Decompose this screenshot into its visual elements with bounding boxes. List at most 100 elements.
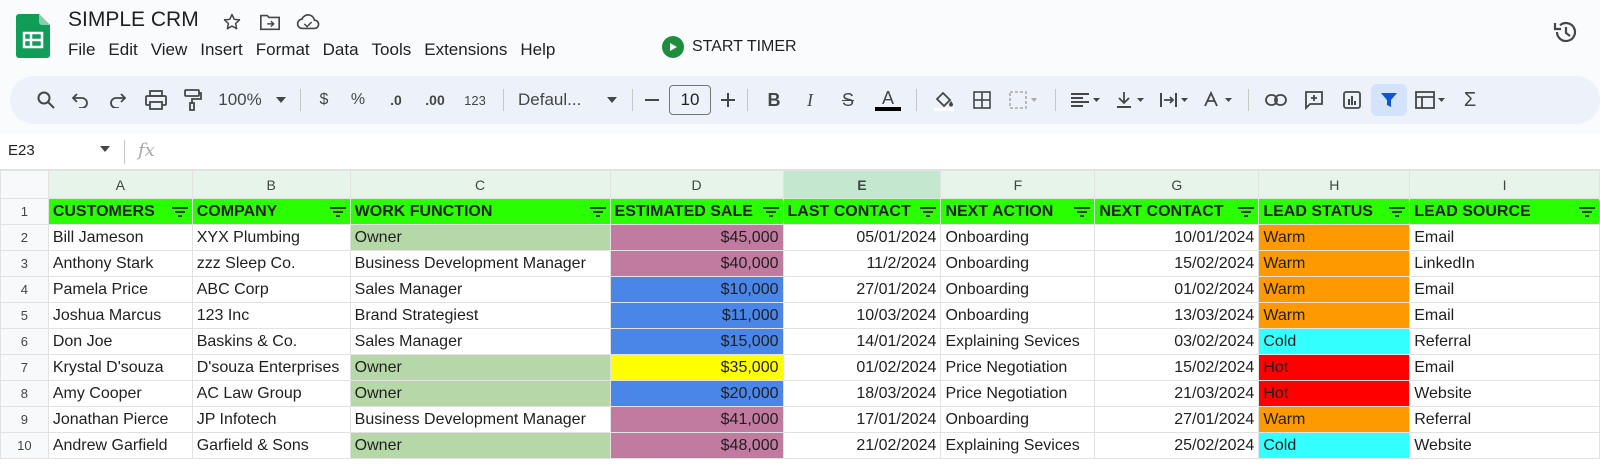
column-header-f[interactable]: F (940, 170, 1096, 199)
cell-h[interactable]: Warm (1258, 250, 1411, 277)
cell-i[interactable]: Email (1409, 276, 1600, 303)
cell-c[interactable]: Sales Manager (349, 328, 611, 355)
row-number[interactable]: 5 (0, 302, 49, 329)
cell-a[interactable]: Amy Cooper (47, 380, 193, 407)
header-cell[interactable]: COMPANY (191, 198, 351, 225)
cell-g[interactable]: 15/02/2024 (1094, 250, 1260, 277)
cell-h[interactable]: Cold (1258, 328, 1411, 355)
decrease-decimal-button[interactable]: .0 (377, 84, 415, 116)
font-select[interactable]: Defaul... (512, 84, 600, 116)
row-number[interactable]: 4 (0, 276, 49, 303)
cell-i[interactable]: Referral (1409, 406, 1600, 433)
format-currency-button[interactable]: $ (309, 84, 339, 116)
print-icon[interactable] (136, 84, 176, 116)
name-box[interactable]: E23 (8, 142, 35, 159)
text-wrapping-icon[interactable] (1152, 84, 1196, 116)
italic-icon[interactable]: I (792, 84, 828, 116)
cell-b[interactable]: Garfield & Sons (191, 432, 351, 459)
column-header-b[interactable]: B (191, 170, 351, 199)
cell-h[interactable]: Hot (1258, 354, 1411, 381)
column-header-a[interactable]: A (47, 170, 193, 199)
cell-g[interactable]: 21/03/2024 (1094, 380, 1260, 407)
cloud-status-icon[interactable] (296, 10, 320, 34)
version-history-icon[interactable] (1552, 18, 1580, 46)
bold-icon[interactable]: B (756, 84, 792, 116)
star-icon[interactable] (220, 10, 244, 34)
row-number[interactable]: 7 (0, 354, 49, 381)
column-header-i[interactable]: I (1409, 170, 1600, 199)
header-cell[interactable]: LEAD SOURCE (1409, 198, 1600, 225)
cell-a[interactable]: Jonathan Pierce (47, 406, 193, 433)
zoom-dropdown-icon[interactable] (270, 84, 292, 116)
menu-extensions[interactable]: Extensions (424, 40, 513, 60)
cell-a[interactable]: Bill Jameson (47, 224, 193, 251)
insert-comment-icon[interactable] (1295, 84, 1333, 116)
cell-e[interactable]: 01/02/2024 (782, 354, 942, 381)
cell-i[interactable]: Website (1409, 380, 1600, 407)
cell-b[interactable]: Baskins & Co. (191, 328, 351, 355)
menu-edit[interactable]: Edit (108, 40, 143, 60)
header-cell[interactable]: LEAD STATUS (1258, 198, 1411, 225)
cell-f[interactable]: Onboarding (940, 224, 1096, 251)
cell-g[interactable]: 01/02/2024 (1094, 276, 1260, 303)
font-dropdown-icon[interactable] (600, 84, 624, 116)
cell-c[interactable]: Sales Manager (349, 276, 611, 303)
column-filter-icon[interactable] (1074, 206, 1091, 218)
font-size-input[interactable]: 10 (669, 85, 711, 115)
increase-decimal-button[interactable]: .00 (415, 84, 455, 116)
cell-g[interactable]: 27/01/2024 (1094, 406, 1260, 433)
cell-e[interactable]: 27/01/2024 (782, 276, 942, 303)
column-header-g[interactable]: G (1094, 170, 1260, 199)
cell-d[interactable]: $35,000 (609, 354, 784, 381)
cell-a[interactable]: Joshua Marcus (47, 302, 193, 329)
cell-b[interactable]: 123 Inc (191, 302, 351, 329)
cell-d[interactable]: $10,000 (609, 276, 784, 303)
fill-color-icon[interactable] (925, 84, 963, 116)
menu-format[interactable]: Format (256, 40, 316, 60)
cell-e[interactable]: 10/03/2024 (782, 302, 942, 329)
header-cell[interactable]: WORK FUNCTION (349, 198, 611, 225)
cell-i[interactable]: Website (1409, 432, 1600, 459)
cell-i[interactable]: Referral (1409, 328, 1600, 355)
header-cell[interactable]: NEXT ACTION (940, 198, 1096, 225)
cell-h[interactable]: Cold (1258, 432, 1411, 459)
insert-chart-icon[interactable] (1333, 84, 1371, 116)
cell-c[interactable]: Owner (349, 224, 611, 251)
column-filter-icon[interactable] (1238, 206, 1255, 218)
document-title[interactable]: SIMPLE CRM (68, 8, 199, 32)
menu-data[interactable]: Data (323, 40, 365, 60)
cell-f[interactable]: Explaining Sevices (940, 328, 1096, 355)
insert-link-icon[interactable] (1257, 84, 1295, 116)
column-header-h[interactable]: H (1258, 170, 1411, 199)
cell-f[interactable]: Onboarding (940, 250, 1096, 277)
name-box-dropdown-icon[interactable] (100, 146, 110, 152)
cell-f[interactable]: Price Negotiation (940, 354, 1096, 381)
vertical-align-icon[interactable] (1108, 84, 1152, 116)
merge-cells-icon[interactable] (1001, 84, 1047, 116)
cell-h[interactable]: Warm (1258, 224, 1411, 251)
cell-e[interactable]: 05/01/2024 (782, 224, 942, 251)
column-header-e[interactable]: E (782, 170, 942, 199)
increase-font-size-icon[interactable] (717, 84, 739, 116)
horizontal-align-icon[interactable] (1064, 84, 1108, 116)
row-number[interactable]: 9 (0, 406, 49, 433)
cell-a[interactable]: Krystal D'souza (47, 354, 193, 381)
cell-d[interactable]: $45,000 (609, 224, 784, 251)
column-filter-icon[interactable] (329, 206, 346, 218)
format-percent-button[interactable]: % (339, 84, 377, 116)
cell-f[interactable]: Price Negotiation (940, 380, 1096, 407)
cell-f[interactable]: Onboarding (940, 302, 1096, 329)
column-filter-icon[interactable] (1579, 206, 1595, 218)
cell-d[interactable]: $48,000 (609, 432, 784, 459)
decrease-font-size-icon[interactable] (641, 84, 663, 116)
functions-icon[interactable]: Σ (1455, 84, 1485, 116)
cell-i[interactable]: Email (1409, 224, 1600, 251)
cell-g[interactable]: 15/02/2024 (1094, 354, 1260, 381)
move-folder-icon[interactable] (258, 10, 282, 34)
cell-g[interactable]: 25/02/2024 (1094, 432, 1260, 459)
more-formats-button[interactable]: 123 (455, 84, 495, 116)
cell-a[interactable]: Pamela Price (47, 276, 193, 303)
column-filter-icon[interactable] (171, 206, 188, 218)
start-timer-button[interactable]: START TIMER (662, 36, 797, 58)
column-filter-icon[interactable] (762, 206, 779, 218)
